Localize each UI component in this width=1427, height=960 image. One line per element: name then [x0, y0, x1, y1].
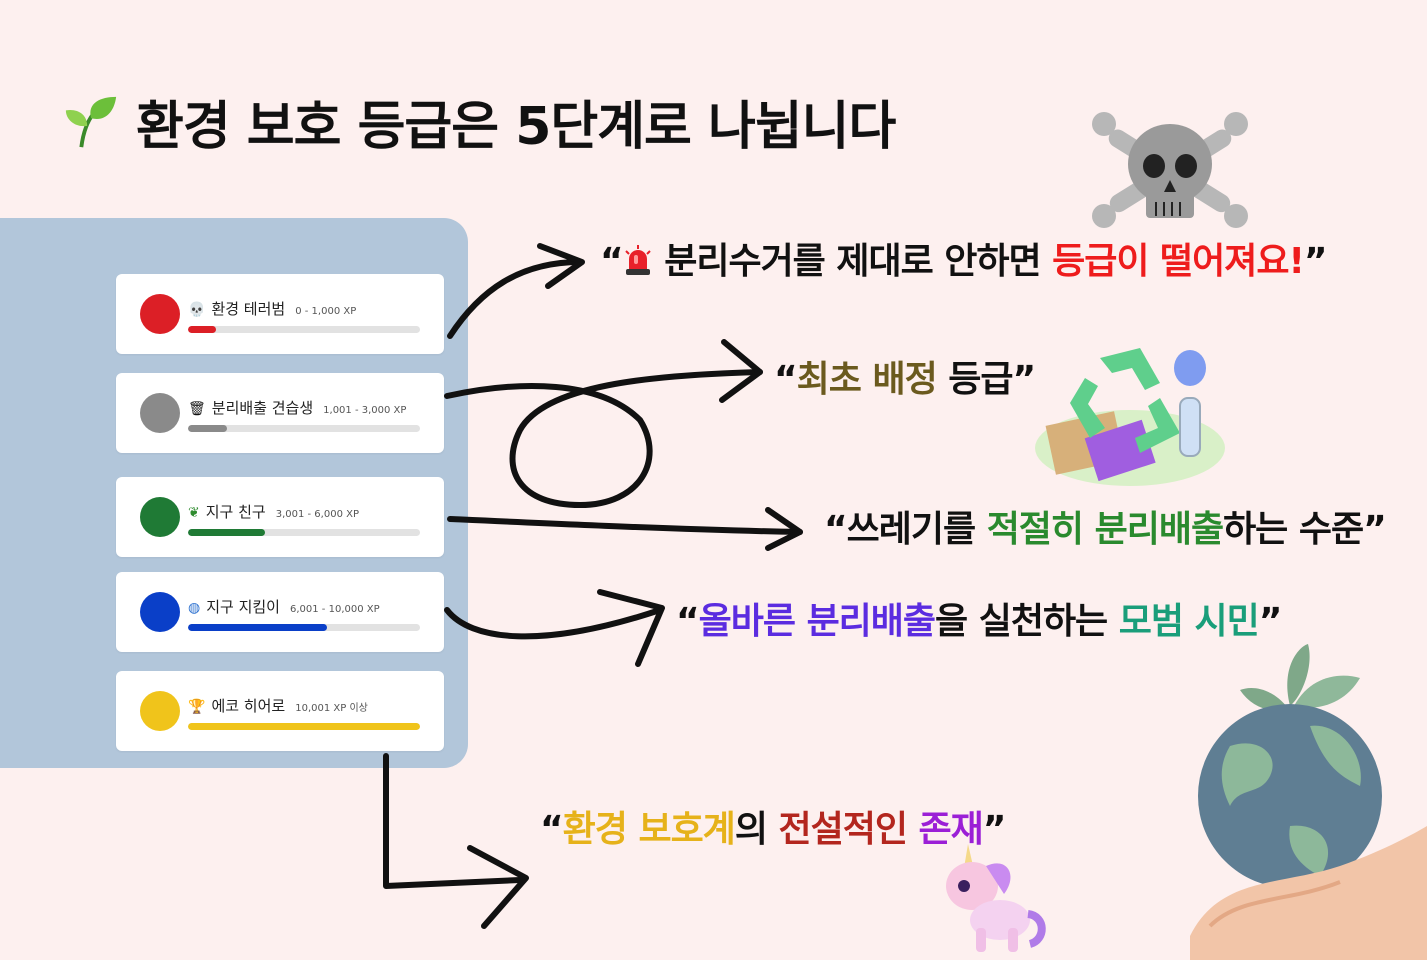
- quote-text: 을 실천하는: [935, 601, 1119, 642]
- quote-text: 의: [734, 809, 779, 850]
- quote-close-mark: ”: [1303, 241, 1328, 282]
- quote-open-mark: “: [600, 241, 624, 282]
- quote-text: 하는 수준: [1223, 509, 1364, 550]
- quote-initial-level: “최초 배정 등급”: [774, 350, 1036, 402]
- arrow-head-4: [597, 589, 665, 667]
- quote-open-mark: “: [824, 509, 848, 550]
- arrow-head-5: [467, 845, 529, 929]
- recycling-icon: [1035, 348, 1225, 486]
- quote-level-down: “ 분리수거를 제대로 안하면 등급이 떨어져요!”: [600, 232, 1328, 284]
- quote-close-mark: ”: [1363, 509, 1387, 550]
- quote-highlight: 올바른 분리배출: [698, 601, 936, 642]
- quote-text: [907, 809, 919, 850]
- quote-highlight: 전설적인: [778, 809, 907, 850]
- quote-open-mark: “: [774, 359, 798, 400]
- siren-icon: [623, 243, 653, 277]
- arrow-to-quote-4: [444, 607, 663, 640]
- quote-highlight: 최초 배정: [796, 359, 938, 400]
- quote-text: 분리수거를 제대로 안하면: [652, 241, 1053, 282]
- quote-legend: “환경 보호계의 전설적인 존재”: [540, 800, 1006, 852]
- skull-crossbones-icon: [1092, 112, 1248, 228]
- arrow-to-quote-3: [447, 516, 803, 535]
- arrow-to-quote-1: [447, 259, 583, 339]
- quote-text: 등급: [936, 359, 1013, 400]
- quote-proper-sorting: “쓰레기를 적절히 분리배출하는 수준”: [824, 500, 1387, 552]
- arrow-to-quote-2: [444, 369, 763, 508]
- quote-text: 쓰레기를: [846, 509, 987, 550]
- quote-open-mark: “: [676, 601, 700, 642]
- quote-open-mark: “: [540, 809, 564, 850]
- quote-highlight: 등급이 떨어져요!: [1052, 241, 1305, 282]
- quote-highlight: 환경 보호계: [562, 809, 736, 850]
- unicorn-icon: [946, 844, 1046, 952]
- earth-in-hand-icon: [1190, 644, 1427, 960]
- quote-highlight: 적절히 분리배출: [986, 509, 1224, 550]
